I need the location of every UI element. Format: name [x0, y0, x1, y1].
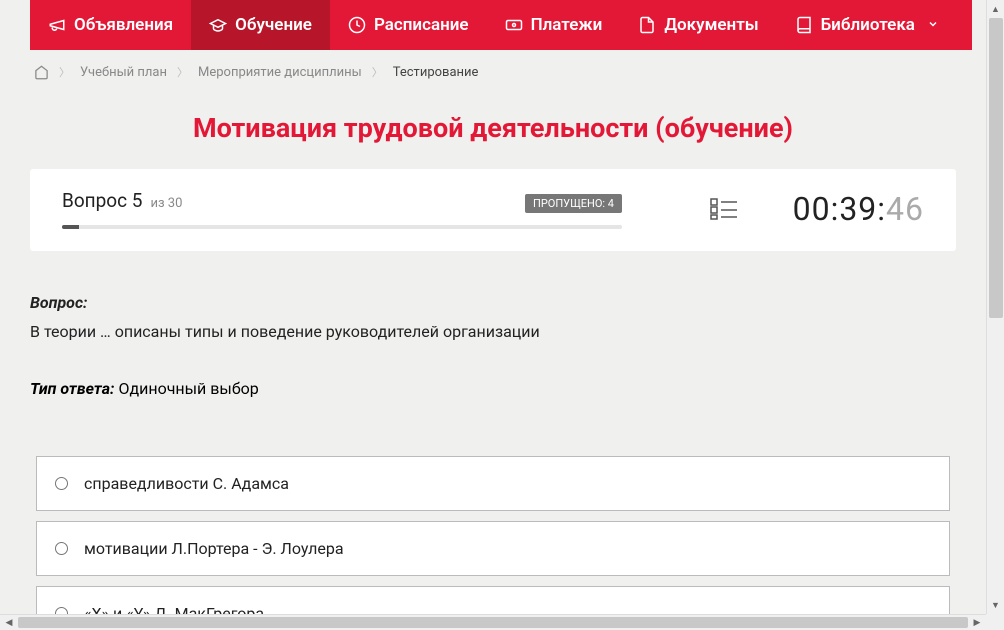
nav-announcements[interactable]: Объявления [30, 0, 191, 50]
scroll-up-arrow-icon[interactable]: ▲ [987, 0, 1004, 18]
scroll-left-arrow-icon[interactable]: ◀ [0, 615, 18, 630]
breadcrumb-link[interactable]: Мероприятие дисциплины [198, 65, 362, 80]
home-icon[interactable] [34, 65, 49, 80]
book-icon [795, 16, 813, 34]
scrollbar-corner [986, 614, 1004, 630]
payment-icon [505, 16, 523, 34]
answer-option[interactable]: «Х» и «Y» Д. МакГрегора [36, 586, 950, 614]
timer-seconds: 46 [886, 190, 924, 228]
breadcrumb-link[interactable]: Учебный план [80, 65, 167, 80]
question-list-icon[interactable] [710, 198, 738, 220]
question-number: Вопрос 5 [62, 189, 142, 212]
nav-label: Библиотека [821, 15, 915, 35]
scrollbar-thumb[interactable] [989, 18, 1003, 318]
breadcrumb-sep-icon: 〉 [177, 64, 188, 80]
question-label: Вопрос: [30, 293, 87, 312]
nav-bar: Объявления Обучение Расписание Платежи Д… [30, 0, 972, 50]
question-total: из 30 [150, 196, 182, 211]
breadcrumb-current: Тестирование [393, 65, 479, 80]
nav-label: Платежи [531, 15, 603, 35]
scroll-down-arrow-icon[interactable]: ▼ [987, 596, 1004, 614]
scrollbar-horizontal[interactable]: ◀ ▶ [0, 614, 986, 630]
option-text: справедливости С. Адамса [84, 474, 289, 493]
radio-input[interactable] [55, 607, 68, 614]
option-text: мотивации Л.Портера - Э. Лоулера [84, 539, 344, 558]
progress-bar [62, 225, 622, 229]
nav-label: Документы [664, 15, 758, 35]
nav-schedule[interactable]: Расписание [330, 0, 487, 50]
scrollbar-vertical[interactable]: ▲ ▼ [986, 0, 1004, 614]
radio-input[interactable] [55, 542, 68, 555]
clock-icon [348, 16, 366, 34]
graduation-cap-icon [209, 16, 227, 34]
progress-fill [62, 225, 79, 229]
nav-documents[interactable]: Документы [620, 0, 776, 50]
question-panel: Вопрос 5 из 30 ПРОПУЩЕНО: 4 00:39:46 [30, 169, 956, 251]
nav-payments[interactable]: Платежи [487, 0, 621, 50]
answer-type-value: Одиночный выбор [118, 379, 258, 398]
breadcrumb: 〉 Учебный план 〉 Мероприятие дисциплины … [0, 50, 986, 94]
chevron-down-icon [927, 15, 939, 35]
option-text: «Х» и «Y» Д. МакГрегора [84, 604, 264, 614]
scroll-right-arrow-icon[interactable]: ▶ [968, 615, 986, 630]
page-title: Мотивация трудовой деятельности (обучени… [0, 112, 986, 144]
answer-option[interactable]: справедливости С. Адамса [36, 456, 950, 511]
radio-input[interactable] [55, 477, 68, 490]
megaphone-icon [48, 16, 66, 34]
answer-type-label: Тип ответа: [30, 379, 114, 398]
breadcrumb-sep-icon: 〉 [372, 64, 383, 80]
scrollbar-thumb[interactable] [18, 617, 968, 628]
nav-library[interactable]: Библиотека [777, 0, 957, 50]
skipped-badge: ПРОПУЩЕНО: 4 [525, 194, 622, 213]
nav-learning[interactable]: Обучение [191, 0, 330, 50]
question-text: В теории … описаны типы и поведение руко… [30, 322, 956, 341]
answer-option[interactable]: мотивации Л.Портера - Э. Лоулера [36, 521, 950, 576]
breadcrumb-sep-icon: 〉 [59, 64, 70, 80]
nav-label: Обучение [235, 15, 312, 35]
timer: 00:39:46 [793, 190, 924, 228]
nav-label: Расписание [374, 15, 469, 35]
document-icon [638, 16, 656, 34]
timer-main: 00:39: [793, 190, 886, 228]
options-list: справедливости С. Адамса мотивации Л.Пор… [36, 456, 950, 614]
nav-label: Объявления [74, 15, 173, 35]
